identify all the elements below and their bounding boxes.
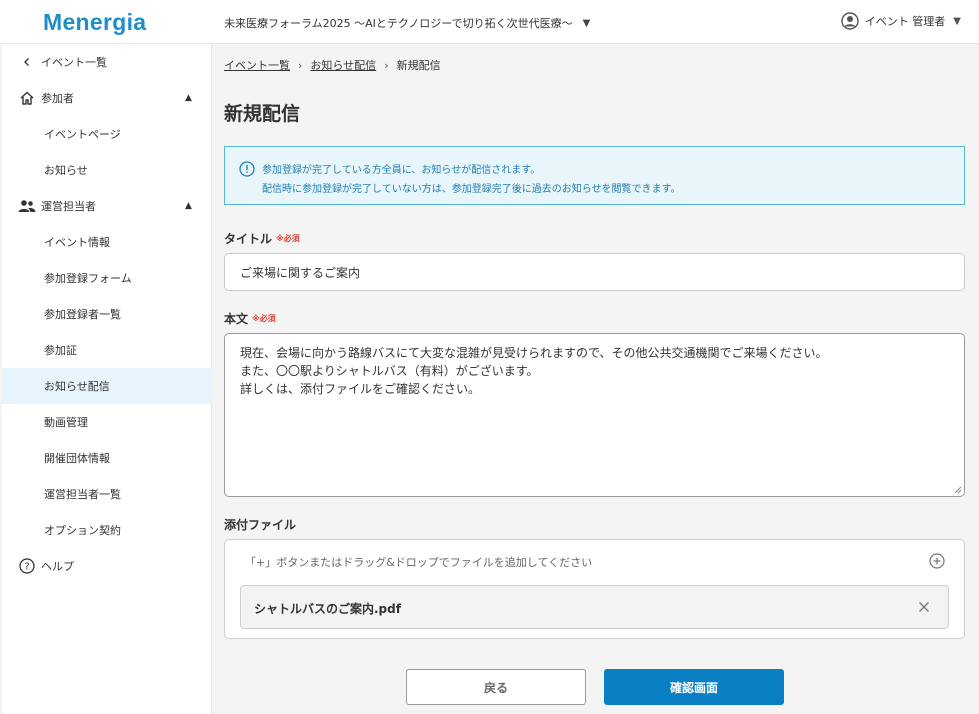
app-logo[interactable]: Menergia — [43, 9, 146, 36]
back-button[interactable]: 戻る — [406, 669, 586, 705]
body-line: 詳しくは、添付ファイルをご確認ください。 — [240, 382, 481, 396]
resize-handle-icon[interactable] — [954, 486, 962, 494]
event-title: 未来医療フォーラム2025 〜AIとテクノロジーで切り拓く次世代医療〜 — [224, 17, 573, 30]
file-drop-hint: 「+」ボタンまたはドラッグ&ドロップでファイルを追加してください — [245, 556, 593, 569]
title-label-text: タイトル — [224, 232, 273, 246]
sidebar-item-event-info[interactable]: イベント情報 — [2, 224, 212, 260]
chevron-right-icon: › — [384, 58, 389, 72]
collapse-triangle-icon: ▲ — [185, 201, 192, 211]
sidebar-item-badge[interactable]: 参加証 — [2, 332, 212, 368]
chevron-left-icon — [18, 53, 36, 71]
sidebar-item-help[interactable]: ? ヘルプ — [2, 548, 212, 584]
notice-line-2: 配信時に参加登録が完了していない方は、参加登録完了後に過去のお知らせを閲覧できま… — [262, 184, 681, 195]
event-selector[interactable]: 未来医療フォーラム2025 〜AIとテクノロジーで切り拓く次世代医療〜 ▼ — [224, 15, 590, 31]
sidebar: イベント一覧 参加者 ▲ イベントページ お知らせ 運営担当者 ▲ イベント情報… — [2, 44, 212, 714]
sidebar-item-label: 参加登録フォーム — [44, 272, 132, 285]
body-textarea[interactable]: 現在、会場に向かう路線バスにて大変な混雑が見受けられますので、その他公共交通機関… — [224, 333, 965, 497]
notice-line-1: 参加登録が完了している方全員に、お知らせが配信されます。 — [262, 165, 541, 176]
required-badge: ※必須 — [252, 314, 276, 323]
body-line: 現在、会場に向かう路線バスにて大変な混雑が見受けられますので、その他公共交通機関… — [240, 346, 828, 360]
sidebar-item-label: イベントページ — [44, 128, 121, 141]
title-field-label: タイトル ※必須 — [224, 230, 300, 247]
sidebar-back-label: イベント一覧 — [41, 56, 107, 69]
body-field-label: 本文 ※必須 — [224, 310, 276, 327]
user-name: イベント 管理者 — [864, 15, 946, 28]
sidebar-item-label: イベント情報 — [44, 236, 110, 249]
user-avatar-icon — [841, 12, 859, 30]
sidebar-item-registrants[interactable]: 参加登録者一覧 — [2, 296, 212, 332]
collapse-triangle-icon: ▲ — [185, 93, 192, 103]
required-badge: ※必須 — [276, 234, 300, 243]
sidebar-item-organizer-info[interactable]: 開催団体情報 — [2, 440, 212, 476]
sidebar-item-notice-delivery[interactable]: お知らせ配信 — [2, 368, 212, 404]
people-icon — [18, 197, 36, 215]
user-menu[interactable]: イベント 管理者 ▼ — [841, 12, 961, 30]
breadcrumb-current: 新規配信 — [396, 59, 441, 72]
sidebar-section-label: 運営担当者 — [41, 200, 96, 213]
sidebar-item-label: 参加証 — [44, 344, 77, 357]
sidebar-item-notices[interactable]: お知らせ — [2, 152, 212, 188]
info-notice: 参加登録が完了している方全員に、お知らせが配信されます。 配信時に参加登録が完了… — [224, 146, 965, 205]
file-drop-zone[interactable]: 「+」ボタンまたはドラッグ&ドロップでファイルを追加してください シャトルバスの… — [224, 539, 965, 639]
sidebar-section-label: 参加者 — [41, 92, 74, 105]
sidebar-section-organizers[interactable]: 運営担当者 ▲ — [2, 188, 212, 224]
attach-field-label: 添付ファイル — [224, 516, 296, 533]
help-icon: ? — [18, 557, 36, 575]
sidebar-item-label: ヘルプ — [41, 560, 74, 573]
title-input-value: ご来場に関するご案内 — [240, 265, 361, 280]
sidebar-item-option-contract[interactable]: オプション契約 — [2, 512, 212, 548]
confirm-button[interactable]: 確認画面 — [604, 669, 784, 705]
attached-file-name: シャトルバスのご案内.pdf — [254, 602, 401, 616]
sidebar-item-video-management[interactable]: 動画管理 — [2, 404, 212, 440]
sidebar-item-label: オプション契約 — [44, 524, 121, 537]
attach-label-text: 添付ファイル — [224, 518, 297, 532]
remove-file-close-icon[interactable] — [917, 600, 931, 614]
breadcrumb: イベント一覧 › お知らせ配信 › 新規配信 — [224, 57, 441, 73]
sidebar-back-link[interactable]: イベント一覧 — [2, 44, 212, 80]
info-icon — [239, 161, 255, 177]
svg-text:?: ? — [24, 562, 29, 573]
page-title: 新規配信 — [224, 103, 301, 125]
sidebar-item-label: 運営担当者一覧 — [44, 488, 121, 501]
sidebar-item-label: 参加登録者一覧 — [44, 308, 121, 321]
sidebar-item-staff-list[interactable]: 運営担当者一覧 — [2, 476, 212, 512]
body-line: また、〇〇駅よりシャトルバス（有料）がございます。 — [240, 364, 539, 378]
breadcrumb-link-notice-delivery[interactable]: お知らせ配信 — [310, 57, 376, 73]
breadcrumb-link-event-list[interactable]: イベント一覧 — [224, 57, 290, 73]
title-input[interactable]: ご来場に関するご案内 — [224, 253, 965, 291]
caret-down-icon: ▼ — [582, 17, 591, 29]
sidebar-item-label: 開催団体情報 — [44, 452, 110, 465]
attached-file: シャトルバスのご案内.pdf — [240, 585, 949, 629]
sidebar-item-registration-form[interactable]: 参加登録フォーム — [2, 260, 212, 296]
home-icon — [18, 89, 36, 107]
add-file-plus-icon[interactable] — [929, 553, 945, 569]
chevron-right-icon: › — [298, 58, 303, 72]
body-label-text: 本文 — [224, 312, 249, 326]
top-bar: Menergia 未来医療フォーラム2025 〜AIとテクノロジーで切り拓く次世… — [0, 0, 979, 44]
sidebar-item-event-page[interactable]: イベントページ — [2, 116, 212, 152]
sidebar-item-label: 動画管理 — [44, 416, 88, 429]
sidebar-item-label: お知らせ — [44, 164, 88, 177]
caret-down-icon: ▼ — [953, 15, 961, 27]
sidebar-item-label: お知らせ配信 — [44, 380, 110, 393]
sidebar-section-participants[interactable]: 参加者 ▲ — [2, 80, 212, 116]
